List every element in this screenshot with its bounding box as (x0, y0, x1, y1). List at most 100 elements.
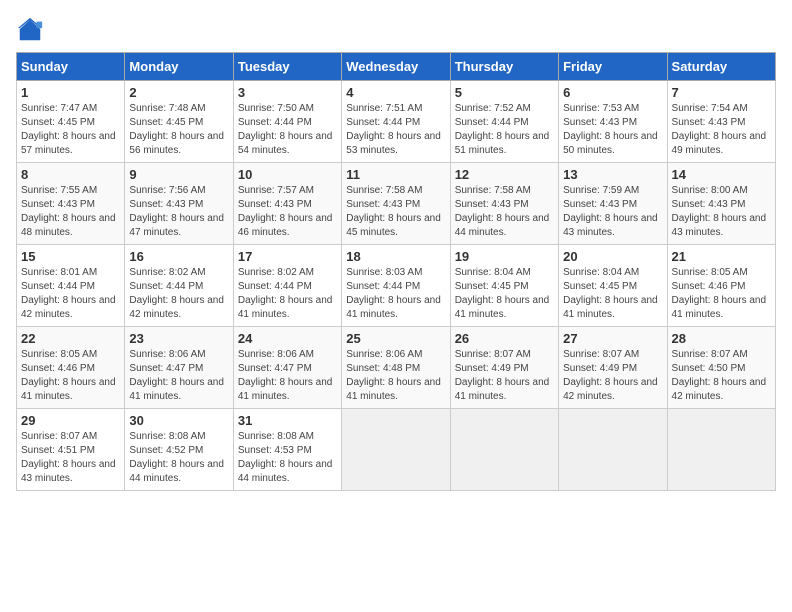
day-info: Sunrise: 8:04 AMSunset: 4:45 PMDaylight:… (455, 266, 554, 322)
day-info: Sunrise: 7:59 AMSunset: 4:43 PMDaylight:… (563, 184, 662, 240)
day-number: 7 (672, 85, 771, 100)
calendar-cell: 23 Sunrise: 8:06 AMSunset: 4:47 PMDayligh… (125, 327, 233, 409)
day-number: 16 (129, 249, 228, 264)
day-number: 14 (672, 167, 771, 182)
calendar-cell: 27Sunrise: 8:07 AMSunset: 4:49 PMDayligh… (559, 327, 667, 409)
day-info: Sunrise: 8:05 AMSunset: 4:46 PMDaylight:… (672, 266, 771, 322)
day-number: 3 (238, 85, 337, 100)
day-number: 10 (238, 167, 337, 182)
day-info: Sunrise: 8:02 AMSunset: 4:44 PMDaylight:… (129, 266, 228, 322)
day-number: 11 (346, 167, 445, 182)
calendar-cell: 17Sunrise: 8:02 AMSunset: 4:44 PMDayligh… (233, 245, 341, 327)
logo (16, 16, 48, 44)
day-info: Sunrise: 7:57 AMSunset: 4:43 PMDaylight:… (238, 184, 337, 240)
week-row-4: 22 Sunrise: 8:05 AMSunset: 4:46 PMDayligh… (17, 327, 776, 409)
calendar-cell: 5 Sunrise: 7:52 AMSunset: 4:44 PMDaylight… (450, 81, 558, 163)
day-info: Sunrise: 7:52 AMSunset: 4:44 PMDaylight:… (455, 102, 554, 158)
calendar-cell: 2 Sunrise: 7:48 AMSunset: 4:45 PMDaylight… (125, 81, 233, 163)
calendar-cell: 11 Sunrise: 7:58 AMSunset: 4:43 PMDayligh… (342, 163, 450, 245)
day-number: 15 (21, 249, 120, 264)
calendar-cell: 15 Sunrise: 8:01 AMSunset: 4:44 PMDayligh… (17, 245, 125, 327)
day-info: Sunrise: 8:08 AMSunset: 4:52 PMDaylight:… (129, 430, 228, 486)
day-number: 8 (21, 167, 120, 182)
week-row-2: 8 Sunrise: 7:55 AMSunset: 4:43 PMDaylight… (17, 163, 776, 245)
day-info: Sunrise: 8:07 AMSunset: 4:49 PMDaylight:… (455, 348, 554, 404)
calendar-cell: 19Sunrise: 8:04 AMSunset: 4:45 PMDayligh… (450, 245, 558, 327)
day-info: Sunrise: 7:47 AMSunset: 4:45 PMDaylight:… (21, 102, 120, 158)
calendar-cell (667, 409, 775, 491)
day-info: Sunrise: 7:58 AMSunset: 4:43 PMDaylight:… (455, 184, 554, 240)
day-number: 28 (672, 331, 771, 346)
calendar-cell: 25 Sunrise: 8:06 AMSunset: 4:48 PMDayligh… (342, 327, 450, 409)
week-row-3: 15 Sunrise: 8:01 AMSunset: 4:44 PMDayligh… (17, 245, 776, 327)
header-cell-thursday: Thursday (450, 53, 558, 81)
calendar-cell (342, 409, 450, 491)
header-cell-friday: Friday (559, 53, 667, 81)
day-info: Sunrise: 7:56 AMSunset: 4:43 PMDaylight:… (129, 184, 228, 240)
calendar-cell: 1 Sunrise: 7:47 AMSunset: 4:45 PMDaylight… (17, 81, 125, 163)
day-number: 2 (129, 85, 228, 100)
header-cell-sunday: Sunday (17, 53, 125, 81)
week-row-5: 29Sunrise: 8:07 AMSunset: 4:51 PMDayligh… (17, 409, 776, 491)
day-number: 31 (238, 413, 337, 428)
day-info: Sunrise: 7:51 AMSunset: 4:44 PMDaylight:… (346, 102, 445, 158)
day-number: 9 (129, 167, 228, 182)
day-number: 29 (21, 413, 120, 428)
calendar-cell: 18Sunrise: 8:03 AMSunset: 4:44 PMDayligh… (342, 245, 450, 327)
day-number: 5 (455, 85, 554, 100)
calendar-cell: 12 Sunrise: 7:58 AMSunset: 4:43 PMDayligh… (450, 163, 558, 245)
day-number: 17 (238, 249, 337, 264)
day-info: Sunrise: 7:55 AMSunset: 4:43 PMDaylight:… (21, 184, 120, 240)
day-info: Sunrise: 8:04 AMSunset: 4:45 PMDaylight:… (563, 266, 662, 322)
day-info: Sunrise: 7:48 AMSunset: 4:45 PMDaylight:… (129, 102, 228, 158)
day-number: 23 (129, 331, 228, 346)
header-cell-saturday: Saturday (667, 53, 775, 81)
day-number: 22 (21, 331, 120, 346)
day-number: 24 (238, 331, 337, 346)
day-number: 21 (672, 249, 771, 264)
calendar-cell: 22 Sunrise: 8:05 AMSunset: 4:46 PMDayligh… (17, 327, 125, 409)
day-number: 1 (21, 85, 120, 100)
day-info: Sunrise: 8:08 AMSunset: 4:53 PMDaylight:… (238, 430, 337, 486)
day-info: Sunrise: 8:01 AMSunset: 4:44 PMDaylight:… (21, 266, 120, 322)
day-number: 25 (346, 331, 445, 346)
calendar-cell: 14 Sunrise: 8:00 AMSunset: 4:43 PMDayligh… (667, 163, 775, 245)
calendar-cell: 6Sunrise: 7:53 AMSunset: 4:43 PMDaylight… (559, 81, 667, 163)
header-row: SundayMondayTuesdayWednesdayThursdayFrid… (17, 53, 776, 81)
day-info: Sunrise: 8:06 AMSunset: 4:47 PMDaylight:… (129, 348, 228, 404)
calendar-cell: 13 Sunrise: 7:59 AMSunset: 4:43 PMDayligh… (559, 163, 667, 245)
header-cell-wednesday: Wednesday (342, 53, 450, 81)
calendar-cell: 29Sunrise: 8:07 AMSunset: 4:51 PMDayligh… (17, 409, 125, 491)
day-info: Sunrise: 8:06 AMSunset: 4:48 PMDaylight:… (346, 348, 445, 404)
day-number: 12 (455, 167, 554, 182)
calendar-cell: 28Sunrise: 8:07 AMSunset: 4:50 PMDayligh… (667, 327, 775, 409)
calendar-cell: 16 Sunrise: 8:02 AMSunset: 4:44 PMDayligh… (125, 245, 233, 327)
day-number: 4 (346, 85, 445, 100)
calendar-cell: 21 Sunrise: 8:05 AMSunset: 4:46 PMDayligh… (667, 245, 775, 327)
day-info: Sunrise: 8:00 AMSunset: 4:43 PMDaylight:… (672, 184, 771, 240)
day-number: 13 (563, 167, 662, 182)
calendar-cell: 9 Sunrise: 7:56 AMSunset: 4:43 PMDaylight… (125, 163, 233, 245)
calendar-cell (559, 409, 667, 491)
logo-icon (16, 16, 44, 44)
day-number: 18 (346, 249, 445, 264)
header (16, 16, 776, 44)
week-row-1: 1 Sunrise: 7:47 AMSunset: 4:45 PMDaylight… (17, 81, 776, 163)
day-number: 6 (563, 85, 662, 100)
day-number: 26 (455, 331, 554, 346)
day-info: Sunrise: 7:54 AMSunset: 4:43 PMDaylight:… (672, 102, 771, 158)
header-cell-tuesday: Tuesday (233, 53, 341, 81)
day-info: Sunrise: 7:58 AMSunset: 4:43 PMDaylight:… (346, 184, 445, 240)
calendar-cell: 30Sunrise: 8:08 AMSunset: 4:52 PMDayligh… (125, 409, 233, 491)
calendar-cell (450, 409, 558, 491)
day-info: Sunrise: 8:06 AMSunset: 4:47 PMDaylight:… (238, 348, 337, 404)
header-cell-monday: Monday (125, 53, 233, 81)
calendar-cell: 31 Sunrise: 8:08 AMSunset: 4:53 PMDayligh… (233, 409, 341, 491)
calendar-cell: 7 Sunrise: 7:54 AMSunset: 4:43 PMDaylight… (667, 81, 775, 163)
calendar-cell: 24 Sunrise: 8:06 AMSunset: 4:47 PMDayligh… (233, 327, 341, 409)
day-info: Sunrise: 8:05 AMSunset: 4:46 PMDaylight:… (21, 348, 120, 404)
day-info: Sunrise: 7:50 AMSunset: 4:44 PMDaylight:… (238, 102, 337, 158)
calendar-cell: 26 Sunrise: 8:07 AMSunset: 4:49 PMDayligh… (450, 327, 558, 409)
calendar-table: SundayMondayTuesdayWednesdayThursdayFrid… (16, 52, 776, 491)
day-info: Sunrise: 8:07 AMSunset: 4:49 PMDaylight:… (563, 348, 662, 404)
